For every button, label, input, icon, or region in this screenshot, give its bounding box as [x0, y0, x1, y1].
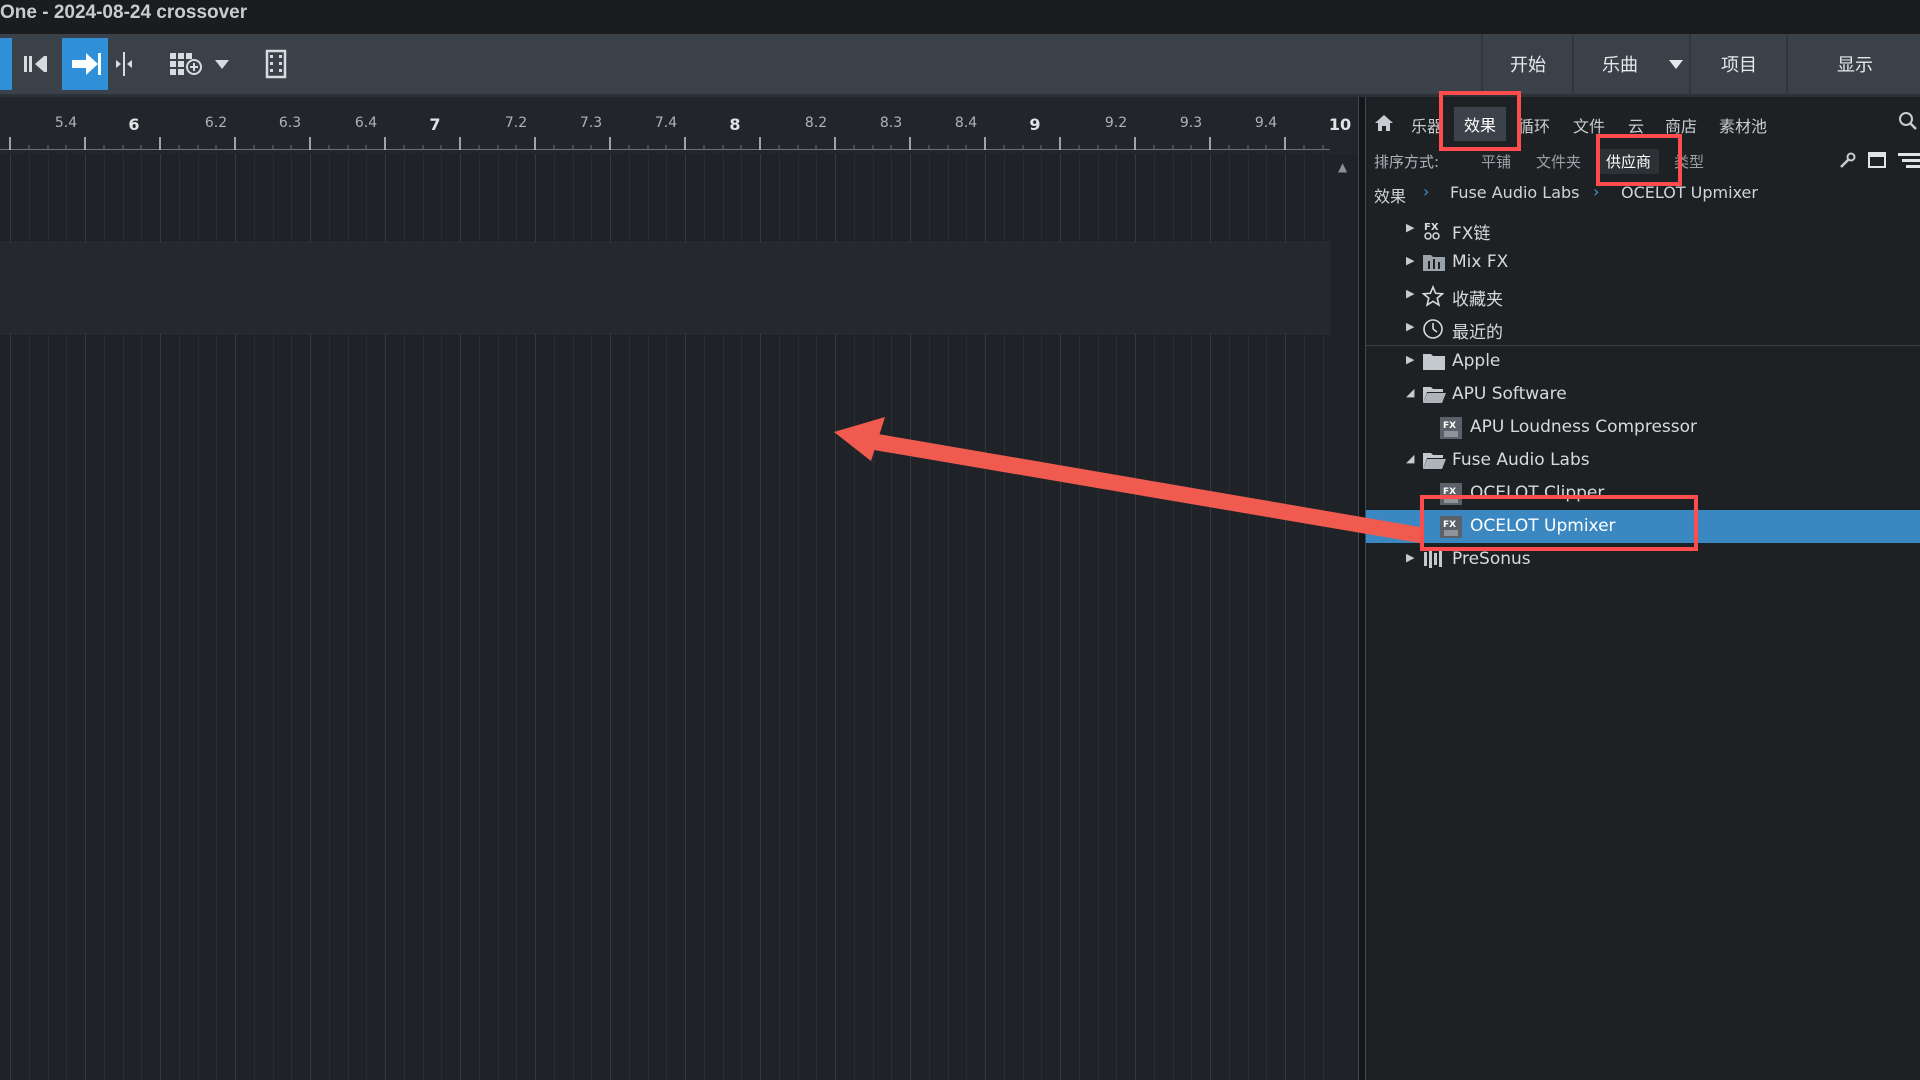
tree-item-label: APU Software — [1452, 384, 1567, 404]
tool-button-edge[interactable] — [0, 38, 12, 90]
nav-show-button[interactable]: 显示 — [1786, 34, 1920, 94]
tree-item-label: Mix FX — [1452, 252, 1509, 272]
fx-plugin-icon: FX — [1440, 417, 1462, 444]
caret-right-icon[interactable]: ▶ — [1406, 551, 1414, 564]
tree-item-label: FX链 — [1452, 224, 1491, 244]
caret-right-icon[interactable]: ▶ — [1406, 353, 1414, 366]
panel-splitter[interactable] — [1358, 97, 1366, 1080]
nav-song-button[interactable]: 乐曲 — [1572, 34, 1666, 94]
window-title: One - 2024-08-24 crossover — [0, 2, 248, 23]
nav-start-button[interactable]: 开始 — [1481, 34, 1573, 94]
tree-item-label: 最近的 — [1452, 323, 1503, 343]
list-view-icon[interactable] — [1898, 152, 1920, 172]
presonus-icon — [1422, 549, 1446, 574]
breadcrumb-item[interactable]: 效果 — [1374, 183, 1406, 207]
breadcrumb-item[interactable]: Fuse Audio Labs — [1450, 183, 1580, 202]
svg-text:FX: FX — [1424, 222, 1439, 233]
caret-right-icon[interactable]: ▶ — [1406, 254, 1414, 267]
tree-item-fuse-audio-labs[interactable]: ◢ Fuse Audio Labs — [1366, 444, 1920, 477]
highlight-box-effects-tab — [1439, 91, 1521, 151]
caret-right-icon[interactable]: ▶ — [1406, 287, 1414, 300]
ruler-ticks — [9, 137, 1324, 150]
tree-item-label: Apple — [1452, 351, 1501, 371]
wrench-icon[interactable] — [1838, 152, 1856, 174]
home-icon[interactable] — [1374, 113, 1394, 137]
caret-down-icon[interactable]: ◢ — [1406, 386, 1414, 399]
tab-pool[interactable]: 素材池 — [1719, 113, 1767, 137]
loop-start-icon[interactable] — [20, 38, 52, 90]
main-toolbar: 开始 乐曲 项目 显示 — [0, 34, 1920, 97]
tree-item-favorites[interactable]: ▶ 收藏夹 — [1366, 279, 1920, 312]
grid-add-icon[interactable] — [166, 38, 206, 90]
snap-arrow-button[interactable] — [62, 38, 108, 90]
track-lane[interactable] — [0, 242, 1330, 334]
chevron-right-icon: › — [1423, 182, 1430, 201]
tree-item-label: APU Loudness Compressor — [1470, 417, 1698, 437]
tab-loops[interactable]: 循环 — [1518, 113, 1550, 137]
svg-text:FX: FX — [1443, 421, 1456, 431]
sort-option-flat[interactable]: 平铺 — [1481, 151, 1511, 172]
fx-chain-icon: FX — [1422, 219, 1444, 246]
chevron-down-icon[interactable] — [1664, 34, 1688, 94]
tree-item-label: PreSonus — [1452, 549, 1531, 569]
highlight-box-vendor-sort — [1596, 134, 1682, 186]
tree-item-label: Fuse Audio Labs — [1452, 450, 1590, 470]
arrange-view[interactable]: ▲ — [0, 154, 1358, 1080]
window-icon[interactable] — [1868, 152, 1886, 172]
search-icon[interactable] — [1898, 111, 1918, 135]
mix-fx-icon — [1422, 252, 1446, 277]
caret-down-icon[interactable]: ◢ — [1406, 452, 1414, 465]
browser-panel: 乐器 效果 循环 文件 云 商店 素材池 排序方式: 平铺 文件夹 供应商 类型… — [1366, 97, 1920, 1080]
folder-open-icon — [1422, 384, 1446, 409]
tree-item-apu-loudness-compressor[interactable]: FX APU Loudness Compressor — [1366, 411, 1920, 444]
chevron-down-icon[interactable] — [212, 38, 232, 90]
clock-icon — [1422, 318, 1444, 345]
caret-right-icon[interactable]: ▶ — [1406, 221, 1414, 234]
sort-option-folder[interactable]: 文件夹 — [1536, 151, 1581, 172]
tree-item-mix-fx[interactable]: ▶ Mix FX — [1366, 246, 1920, 279]
sort-label: 排序方式: — [1374, 153, 1440, 171]
star-icon — [1421, 284, 1445, 312]
title-bar: One - 2024-08-24 crossover — [0, 0, 1920, 34]
tree-item-fx-chains[interactable]: ▶ FX FX链 — [1366, 213, 1920, 246]
timeline-ruler[interactable]: 5.4 6 6.2 6.3 6.4 7 7.2 7.3 7.4 8 8.2 8.… — [0, 97, 1358, 154]
folder-icon — [1422, 351, 1446, 376]
nav-project-button[interactable]: 项目 — [1689, 34, 1787, 94]
scroll-up-icon[interactable]: ▲ — [1338, 160, 1347, 174]
folder-open-icon — [1422, 450, 1446, 475]
tree-item-apu-software[interactable]: ◢ APU Software — [1366, 378, 1920, 411]
tree-item-apple[interactable]: ▶ Apple — [1366, 345, 1920, 378]
tree-item-recent[interactable]: ▶ 最近的 — [1366, 312, 1920, 345]
video-icon[interactable] — [262, 38, 290, 90]
tree-item-label: 收藏夹 — [1452, 290, 1503, 310]
highlight-box-ocelot-upmixer — [1420, 495, 1698, 551]
caret-right-icon[interactable]: ▶ — [1406, 320, 1414, 333]
split-icon[interactable] — [112, 38, 136, 90]
